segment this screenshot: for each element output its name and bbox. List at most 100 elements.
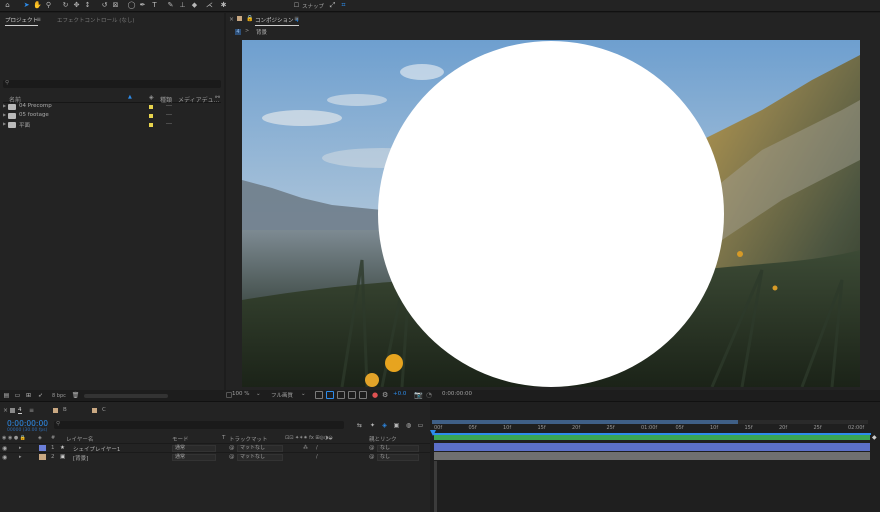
shape-layer-circle[interactable] (378, 41, 724, 387)
rotation-tool-icon[interactable]: ↺ (100, 1, 109, 10)
visibility-eye-icon[interactable]: ◉ (2, 454, 7, 461)
col-layer-name[interactable]: レイヤー名 (66, 435, 93, 443)
blend-mode-dropdown[interactable]: 通常 (172, 445, 216, 452)
quality-switch-icon[interactable]: / (316, 454, 318, 460)
end-marker-icon[interactable]: ◆ (872, 434, 877, 441)
table-row[interactable]: ◉ ▸ 1 ★ シェイプレイヤー1 通常 @ マットなし ⁂ / @ なし (0, 443, 430, 453)
pan-tool-icon[interactable]: ✥ (72, 1, 81, 10)
panel-menu-icon[interactable]: ≡ (294, 15, 299, 22)
list-item[interactable]: ▶ 04 Precomp --- (3, 103, 221, 111)
hand-tool-icon[interactable]: ✋ (33, 1, 42, 10)
list-item[interactable]: ▶ 05 footage --- (3, 112, 221, 120)
snap-option-icon[interactable]: ⤢ (328, 1, 337, 10)
track-matte-pickwhip-icon[interactable]: @ (229, 445, 235, 451)
snap-checkbox[interactable]: ☐ (292, 1, 301, 10)
blend-mode-dropdown[interactable]: 通常 (172, 454, 216, 461)
eraser-tool-icon[interactable]: ◆ (190, 1, 199, 10)
new-folder-icon[interactable]: ▭ (13, 391, 22, 400)
tab-menu-icon[interactable]: ≡ (36, 16, 41, 23)
pen-tool-icon[interactable]: ✒ (138, 1, 147, 10)
tab-menu-icon[interactable]: ≡ (29, 407, 34, 414)
expand-icon[interactable]: ▶ (3, 121, 6, 126)
label-tag-icon[interactable]: ◈ (149, 94, 154, 101)
dolly-tool-icon[interactable]: ↕ (83, 1, 92, 10)
channel-icon[interactable] (359, 391, 367, 399)
work-area-bar[interactable] (432, 420, 868, 424)
ellipse-tool-icon[interactable]: ◯ (127, 1, 136, 10)
expand-icon[interactable]: ▶ (3, 103, 6, 108)
col-parent-link[interactable]: 親とリンク (369, 435, 397, 443)
gear-icon[interactable]: ⚙ (382, 391, 388, 399)
breadcrumb-comp-icon[interactable]: 4 (235, 29, 241, 35)
exposure-value[interactable]: +0.0 (393, 391, 406, 397)
layer-name[interactable]: [背景] (73, 454, 88, 462)
layer-bar-1[interactable] (434, 443, 870, 451)
track-matte-dropdown[interactable]: マットなし (237, 454, 283, 461)
new-comp-icon[interactable]: ⊞ (24, 391, 33, 400)
tab-comp-b[interactable]: B (63, 407, 67, 413)
breadcrumb[interactable]: 背景 (256, 28, 267, 36)
project-search-input[interactable]: ⚲ (3, 80, 221, 88)
list-item[interactable]: ▶ 平面 --- (3, 121, 221, 129)
layer-bar-2[interactable] (434, 452, 870, 460)
type-tool-icon[interactable]: T (150, 1, 159, 10)
draft-3d-icon[interactable]: ✦ (368, 421, 377, 430)
bpc-button[interactable]: 8 bpc (52, 393, 66, 399)
label-color[interactable] (149, 123, 153, 127)
tab-effect-controls[interactable]: エフェクトコントロール (なし) (57, 16, 135, 24)
viewer-timecode[interactable]: 0:00:00:00 (442, 391, 472, 397)
composition-viewer[interactable] (242, 40, 860, 387)
snapshot-camera-icon[interactable]: 📷 (414, 391, 423, 399)
home-icon[interactable]: ⌂ (3, 1, 12, 10)
close-icon[interactable]: × (229, 16, 234, 23)
guides-icon[interactable] (348, 391, 356, 399)
region-of-interest-icon[interactable] (315, 391, 323, 399)
color-management-icon[interactable]: ● (372, 391, 378, 399)
expand-icon[interactable]: ▶ (3, 112, 6, 117)
col-track-matte[interactable]: トラックマット (229, 435, 268, 443)
track-matte-pickwhip-icon[interactable]: @ (229, 454, 235, 460)
quality-chevron-down-icon[interactable]: ⌄ (301, 391, 306, 397)
expand-icon[interactable]: ▸ (19, 445, 22, 451)
shy-switch-icon[interactable]: ⁂ (303, 445, 308, 451)
parent-pickwhip-icon[interactable]: @ (369, 445, 375, 451)
shy-layers-icon[interactable]: ◈ (380, 421, 389, 430)
col-t[interactable]: T (222, 435, 225, 441)
graph-editor-icon[interactable]: ▭ (416, 421, 425, 430)
quality-switch-icon[interactable]: / (316, 445, 318, 451)
work-area-range[interactable] (432, 420, 738, 424)
label-color[interactable] (149, 105, 153, 109)
sort-up-icon[interactable]: ▲ (128, 94, 132, 100)
current-timecode[interactable]: 0:00:00:00 (7, 419, 48, 428)
tab-composition[interactable]: コンポジション 4 (255, 16, 299, 26)
layer-label-color[interactable] (39, 445, 46, 451)
parent-dropdown[interactable]: なし (377, 454, 419, 461)
stamp-tool-icon[interactable]: ⊥ (178, 1, 187, 10)
frame-blending-icon[interactable]: ▣ (392, 421, 401, 430)
visibility-eye-icon[interactable]: ◉ (2, 445, 7, 452)
selection-tool-icon[interactable]: ➤ (22, 1, 31, 10)
horizontal-scrollbar[interactable] (84, 394, 168, 398)
anchor-tool-icon[interactable]: ⊠ (111, 1, 120, 10)
interpret-footage-icon[interactable]: ▤ (2, 391, 11, 400)
parent-pickwhip-icon[interactable]: @ (369, 454, 375, 460)
zoom-dropdown[interactable]: 100 % (232, 391, 249, 397)
transparency-grid-icon[interactable] (326, 391, 334, 399)
comp-canvas[interactable] (242, 40, 860, 387)
parent-dropdown[interactable]: なし (377, 445, 419, 452)
tab-comp-c[interactable]: C (102, 407, 106, 413)
motion-blur-icon[interactable]: ◍ (404, 421, 413, 430)
trash-icon[interactable]: 🗑 (71, 391, 80, 400)
render-icon[interactable]: ➶ (36, 391, 45, 400)
roto-tool-icon[interactable]: ⋌ (205, 1, 214, 10)
layer-search-input[interactable]: ⚲ (54, 421, 344, 429)
zoom-tool-icon[interactable]: ⚲ (44, 1, 53, 10)
col-mode[interactable]: モード (172, 435, 189, 443)
lock-icon[interactable]: 🔒 (246, 15, 253, 22)
label-color[interactable] (149, 114, 153, 118)
track-matte-dropdown[interactable]: マットなし (237, 445, 283, 452)
snap-feature-icon[interactable]: ⌗ (339, 1, 348, 10)
close-icon[interactable]: × (3, 407, 8, 414)
show-snapshot-icon[interactable]: ◔ (426, 391, 432, 399)
zoom-chevron-down-icon[interactable]: ⌄ (256, 391, 261, 397)
